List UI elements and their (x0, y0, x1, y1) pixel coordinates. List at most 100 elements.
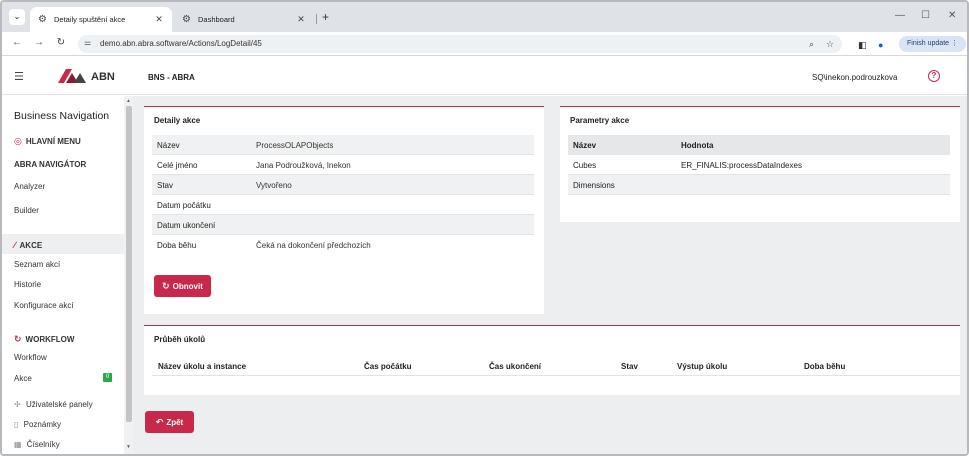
detail-value: Jana Podroužková, Inekon (256, 161, 351, 170)
undo-arrow-icon: ↶ (155, 416, 164, 427)
sidebar-item-seznam-akci[interactable]: Seznam akcí (14, 260, 60, 269)
params-col-value: Hodnota (681, 141, 714, 150)
sidebar-akce-label: AKCE (19, 240, 43, 250)
back-arrow-icon[interactable]: ← (10, 37, 24, 48)
detail-row: Datum ukončení (152, 215, 534, 235)
profile-icon[interactable]: ● (878, 40, 883, 50)
hamburger-menu-icon[interactable]: ☰ (14, 70, 24, 83)
site-info-icon[interactable]: ⚌ (84, 38, 91, 47)
star-icon[interactable]: ☆ (826, 39, 834, 50)
sidebar-item-analyzer[interactable]: Analyzer (14, 182, 45, 191)
params-row: Cubes ER_FINALIS:processDataIndexes (568, 155, 950, 175)
tab-search-icon[interactable]: ⌄ (9, 9, 25, 25)
close-icon[interactable]: ✕ (296, 14, 306, 25)
back-button[interactable]: ↶ Zpět (145, 411, 194, 433)
table-icon: ▦ (14, 440, 22, 449)
tasks-col-name: Název úkolu a instance (158, 362, 247, 371)
detail-label: Celé jméno (157, 161, 198, 170)
sidepanel-icon[interactable]: ◧ (858, 40, 867, 51)
sidebar-item-codebooks[interactable]: ▦ Číselníky (14, 440, 60, 449)
detail-label: Datum ukončení (157, 221, 216, 230)
back-button-label: Zpět (166, 417, 184, 427)
wand-icon: ∕ (14, 240, 16, 250)
detail-row: Celé jméno Jana Podroužková, Inekon (152, 155, 534, 175)
detail-label: Název (157, 141, 180, 150)
gear-icon: ⚙ (38, 13, 47, 25)
tab-title: Dashboard (198, 15, 235, 24)
param-name: Cubes (573, 161, 597, 170)
detail-card-title: Detaily akce (154, 116, 201, 125)
refresh-button-label: Obnovit (172, 281, 203, 291)
sidebar-main-menu[interactable]: ◎ HLAVNÍ MENU (14, 136, 81, 147)
detail-row: Stav Vytvořeno (152, 175, 534, 195)
sidebar-item-notes[interactable]: ▯ Poznámky (14, 420, 61, 429)
sidebar-item-workflow[interactable]: Workflow (14, 353, 47, 362)
detail-label: Doba běhu (157, 241, 197, 250)
param-value: ER_FINALIS:processDataIndexes (681, 161, 802, 170)
params-card-title: Parametry akce (570, 116, 630, 125)
forward-arrow-icon[interactable]: → (32, 37, 46, 48)
tab-title: Detaily spuštění akce (54, 15, 126, 24)
reload-icon[interactable]: ↻ (54, 37, 68, 48)
sidebar-item-panels-label: Uživatelské panely (25, 400, 93, 409)
sidebar-item-akce[interactable]: Akce (14, 374, 32, 383)
refresh-button[interactable]: ↻ Obnovit (154, 275, 211, 297)
gear-icon: ⚙ (182, 13, 191, 25)
tasks-col-output: Výstup úkolu (677, 362, 728, 371)
maximize-icon[interactable]: ☐ (921, 10, 930, 21)
params-header-row: Název Hodnota (568, 135, 950, 155)
new-tab-icon[interactable]: + (322, 10, 329, 24)
detail-value: Čeká na dokončení předchozích (256, 241, 371, 250)
detail-card: Detaily akce Název ProcessOLAPObjects Ce… (144, 106, 544, 314)
scrollbar-thumb[interactable] (126, 106, 132, 422)
sidebar-item-konfigurace[interactable]: Konfigurace akcí (14, 301, 74, 310)
sidebar-akce[interactable]: ∕ AKCE (14, 240, 42, 250)
detail-row: Datum počátku (152, 195, 534, 215)
detail-row: Doba běhu Čeká na dokončení předchozích (152, 235, 534, 255)
user-name[interactable]: SQ\inekon.podrouzkova (812, 73, 897, 82)
tasks-col-duration: Doba běhu (804, 362, 846, 371)
sidebar-item-historie[interactable]: Historie (14, 280, 41, 289)
finish-update-button[interactable]: Finish update ⋮ (899, 36, 966, 52)
sidebar-item-builder[interactable]: Builder (14, 206, 39, 215)
zoom-icon[interactable]: ⌕ (809, 39, 814, 50)
sidebar-navigator-label: ABRA NAVIGÁTOR (14, 160, 87, 169)
url-input[interactable]: ⚌ demo.abn.abra.software/Actions/LogDeta… (78, 35, 842, 53)
address-bar: ← → ↻ ⚌ demo.abn.abra.software/Actions/L… (2, 32, 967, 56)
detail-row: Název ProcessOLAPObjects (152, 135, 534, 155)
app-header: ☰ ABN BNS - ABRA SQ\inekon.podrouzkova ? (2, 57, 967, 95)
finish-update-label: Finish update (907, 40, 950, 47)
tasks-card-title: Průběh úkolů (154, 335, 206, 344)
tasks-col-end: Čas ukončení (489, 362, 542, 371)
refresh-icon: ↻ (162, 280, 170, 291)
window-close-icon[interactable]: ✕ (948, 10, 956, 21)
sidebar-main-menu-label: HLAVNÍ MENU (25, 137, 81, 146)
main-content: Detaily akce Název ProcessOLAPObjects Ce… (133, 96, 967, 454)
tasks-col-start: Čas počátku (364, 362, 412, 371)
detail-label: Stav (157, 181, 174, 190)
close-icon[interactable]: ✕ (154, 14, 164, 25)
logo-text: ABN (91, 71, 115, 83)
sidebar-item-panels[interactable]: ✢ Uživatelské panely (14, 400, 93, 409)
detail-label: Datum počátku (157, 201, 211, 210)
sidebar: Business Navigation ◎ HLAVNÍ MENU ABRA N… (2, 96, 124, 454)
company-name: BNS - ABRA (148, 73, 195, 82)
param-name: Dimensions (573, 181, 615, 190)
help-icon[interactable]: ? (928, 70, 940, 82)
params-row: Dimensions (568, 175, 950, 195)
tasks-col-state: Stav (621, 362, 638, 371)
sidebar-workflow[interactable]: ↻ WORKFLOW (14, 334, 74, 345)
minimize-icon[interactable]: — (895, 10, 905, 21)
tasks-card: Průběh úkolů Název úkolu a instance Čas … (144, 325, 960, 395)
tasks-header-row: Název úkolu a instance Čas počátku Čas u… (152, 356, 960, 376)
note-icon: ▯ (14, 420, 19, 429)
tab-active[interactable]: ⚙ Detaily spuštění akce ✕ (30, 7, 172, 32)
scroll-down-icon[interactable]: ▼ (126, 444, 131, 450)
tab-bar: ⌄ ⚙ Detaily spuštění akce ✕ ⚙ Dashboard … (2, 2, 967, 32)
url-text: demo.abn.abra.software/Actions/LogDetail… (100, 39, 262, 48)
params-col-name: Název (573, 141, 597, 150)
scroll-up-icon[interactable]: ▲ (126, 98, 131, 104)
sidebar-navigator[interactable]: ABRA NAVIGÁTOR (14, 160, 86, 169)
sidebar-workflow-label: WORKFLOW (25, 335, 75, 344)
tab-inactive[interactable]: ⚙ Dashboard ✕ (174, 7, 314, 32)
